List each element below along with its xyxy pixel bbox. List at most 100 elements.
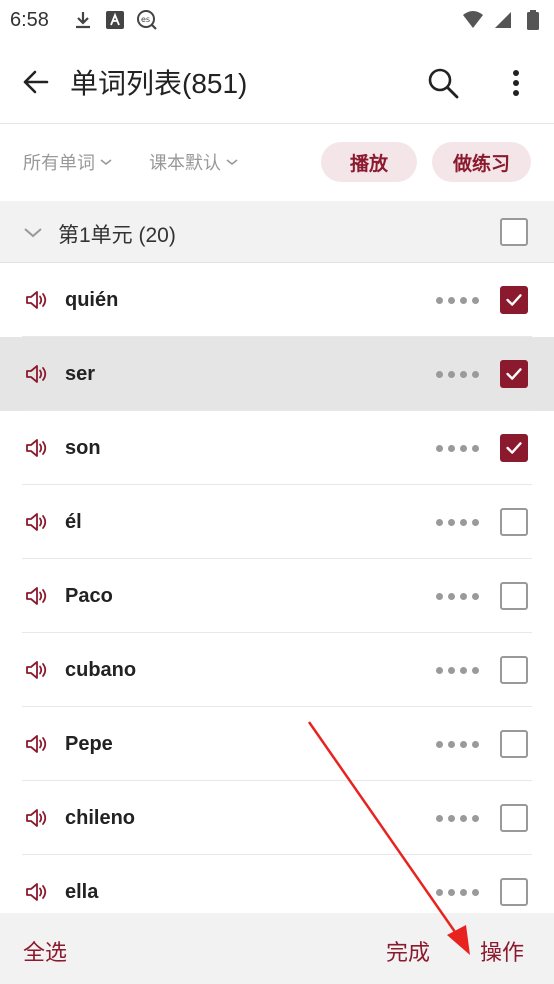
word-row[interactable]: ser — [0, 337, 554, 411]
word-checkbox[interactable] — [500, 360, 528, 388]
word-text: cubano — [65, 659, 137, 681]
word-text: ser — [65, 363, 96, 385]
back-button[interactable] — [0, 40, 70, 124]
practice-button[interactable]: 做练习 — [432, 142, 531, 182]
familiarity-dot — [460, 889, 467, 896]
familiarity-dots — [436, 519, 479, 526]
familiarity-dot — [460, 519, 467, 526]
familiarity-dot — [448, 371, 455, 378]
word-text: Pepe — [65, 733, 113, 755]
chevron-down-icon[interactable] — [22, 221, 44, 243]
familiarity-dot — [460, 741, 467, 748]
word-list: quién ser son él Paco cubano Pepe chileno ella — [0, 263, 554, 913]
word-checkbox[interactable] — [500, 730, 528, 758]
arrow-left-icon — [23, 70, 49, 93]
familiarity-dot — [448, 519, 455, 526]
play-button[interactable]: 播放 — [321, 142, 417, 182]
word-text: chileno — [65, 807, 136, 829]
download-icon — [72, 9, 94, 31]
familiarity-dot — [460, 667, 467, 674]
word-text: ella — [65, 881, 99, 903]
speaker-icon[interactable] — [25, 511, 49, 533]
unit-header[interactable]: 第1单元 (20) — [0, 201, 554, 263]
familiarity-dot — [472, 445, 479, 452]
filter-all-words-label: 所有单词 — [23, 153, 95, 173]
search-button[interactable] — [420, 60, 466, 106]
unit-checkbox[interactable] — [500, 218, 528, 246]
filter-book-default-dropdown[interactable]: 课本默认 — [149, 149, 239, 175]
word-text: son — [65, 437, 101, 459]
filter-book-default-label: 课本默认 — [149, 153, 221, 173]
page-title: 单词列表(851) — [70, 67, 248, 99]
word-checkbox[interactable] — [500, 878, 528, 906]
familiarity-dot — [448, 593, 455, 600]
speaker-icon[interactable] — [25, 733, 49, 755]
word-row[interactable]: Pepe — [0, 707, 554, 781]
speaker-icon[interactable] — [25, 363, 49, 385]
familiarity-dot — [448, 667, 455, 674]
signal-icon — [492, 9, 514, 31]
filter-all-words-dropdown[interactable]: 所有单词 — [23, 149, 113, 175]
familiarity-dot — [436, 519, 443, 526]
familiarity-dots — [436, 815, 479, 822]
familiarity-dot — [436, 297, 443, 304]
familiarity-dot — [460, 297, 467, 304]
word-text: Paco — [65, 585, 113, 607]
check-icon — [506, 442, 522, 454]
familiarity-dot — [472, 815, 479, 822]
word-checkbox[interactable] — [500, 434, 528, 462]
wifi-icon — [462, 9, 484, 31]
word-row[interactable]: son — [0, 411, 554, 485]
word-row[interactable]: ella — [0, 855, 554, 913]
word-checkbox[interactable] — [500, 286, 528, 314]
word-text: él — [65, 511, 82, 533]
familiarity-dots — [436, 741, 479, 748]
speaker-icon[interactable] — [25, 881, 49, 903]
word-row[interactable]: Paco — [0, 559, 554, 633]
familiarity-dot — [448, 815, 455, 822]
word-row[interactable]: cubano — [0, 633, 554, 707]
familiarity-dots — [436, 445, 479, 452]
status-icons-right — [462, 9, 544, 31]
search-icon — [428, 68, 459, 99]
familiarity-dot — [436, 667, 443, 674]
font-a-icon — [104, 9, 126, 31]
speaker-icon[interactable] — [25, 659, 49, 681]
select-all-button[interactable]: 全选 — [23, 935, 67, 967]
word-row[interactable]: chileno — [0, 781, 554, 855]
speaker-icon[interactable] — [25, 289, 49, 311]
check-icon — [506, 368, 522, 380]
check-icon — [506, 294, 522, 306]
word-checkbox[interactable] — [500, 804, 528, 832]
familiarity-dot — [436, 889, 443, 896]
familiarity-dot — [436, 371, 443, 378]
familiarity-dot — [448, 741, 455, 748]
status-time: 6:58 — [10, 8, 49, 31]
speaker-icon[interactable] — [25, 437, 49, 459]
familiarity-dots — [436, 889, 479, 896]
familiarity-dot — [460, 815, 467, 822]
familiarity-dots — [436, 593, 479, 600]
word-row[interactable]: él — [0, 485, 554, 559]
familiarity-dot — [472, 297, 479, 304]
familiarity-dot — [472, 593, 479, 600]
familiarity-dot — [460, 593, 467, 600]
done-button[interactable]: 完成 — [386, 935, 430, 967]
familiarity-dot — [436, 741, 443, 748]
more-button[interactable] — [496, 60, 536, 106]
word-checkbox[interactable] — [500, 508, 528, 536]
unit-label: 第1单元 (20) — [58, 224, 176, 247]
familiarity-dot — [472, 889, 479, 896]
familiarity-dot — [460, 371, 467, 378]
word-checkbox[interactable] — [500, 582, 528, 610]
familiarity-dot — [448, 445, 455, 452]
familiarity-dots — [436, 297, 479, 304]
operate-button[interactable]: 操作 — [480, 935, 524, 967]
battery-icon — [522, 9, 544, 31]
speaker-icon[interactable] — [25, 585, 49, 607]
speaker-icon[interactable] — [25, 807, 49, 829]
familiarity-dots — [436, 667, 479, 674]
word-checkbox[interactable] — [500, 656, 528, 684]
familiarity-dot — [472, 741, 479, 748]
word-row[interactable]: quién — [0, 263, 554, 337]
